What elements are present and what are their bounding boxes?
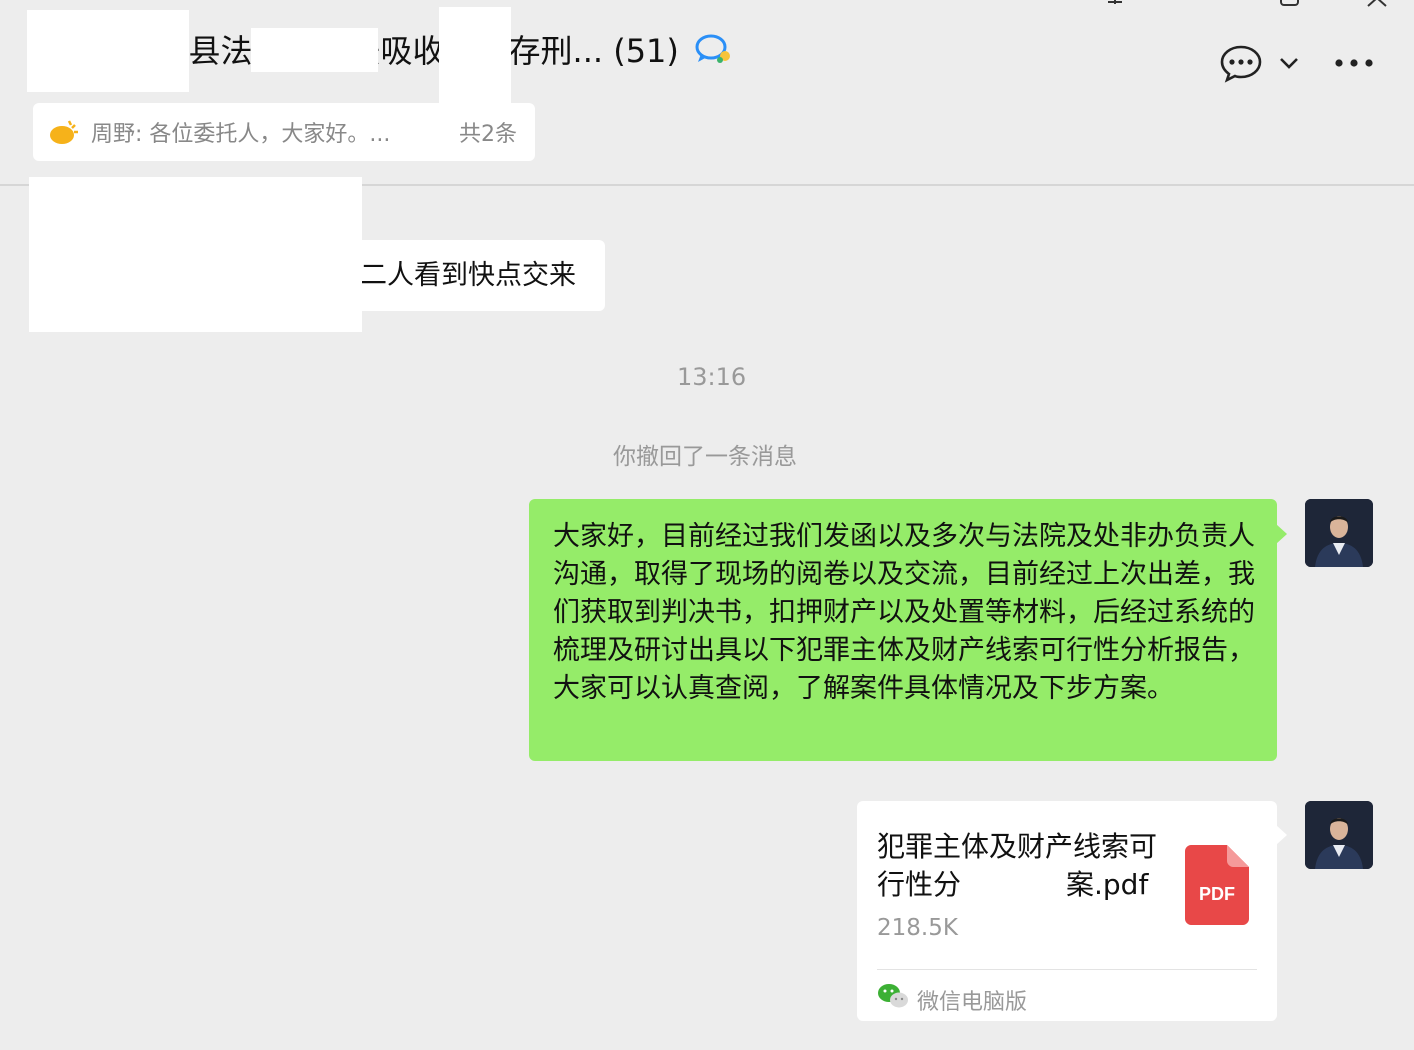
outgoing-message-bubble[interactable]: 大家好，目前经过我们发函以及多次与法院及处非办负责人沟通，取得了现场的阅卷以及交… [529, 499, 1277, 761]
chevron-down-icon[interactable] [1276, 52, 1302, 74]
group-chat-icon [695, 34, 730, 63]
pin-sun-icon [50, 120, 78, 144]
maximize-icon[interactable] [1280, 0, 1300, 15]
bubble-tail [1276, 825, 1287, 845]
minimize-icon[interactable] [1106, 0, 1124, 15]
pinned-message-bar[interactable]: 周野: 各位委托人，大家好。... 共2条 [33, 103, 535, 161]
avatar[interactable] [1305, 499, 1373, 567]
pinned-count: 共2条 [459, 122, 517, 147]
more-icon[interactable] [1330, 50, 1378, 76]
outgoing-message-text: 大家好，目前经过我们发函以及多次与法院及处非办负责人沟通，取得了现场的阅卷以及交… [553, 521, 1255, 704]
file-name-line2: 行性分 [877, 868, 962, 901]
redaction-block [439, 7, 511, 103]
wechat-icon [878, 984, 908, 1008]
redaction-block [29, 177, 362, 332]
avatar[interactable] [1305, 801, 1373, 869]
pdf-file-icon: PDF [1185, 845, 1249, 925]
file-size: 218.5K [877, 915, 958, 941]
divider [877, 969, 1257, 970]
chat-bubble-icon[interactable] [1218, 42, 1264, 84]
redaction-block [27, 10, 189, 92]
timestamp: 13:16 [677, 363, 747, 391]
bubble-tail [1276, 524, 1287, 544]
incoming-message-text: 二人看到快点交来 [360, 260, 576, 291]
recall-notice: 你撤回了一条消息 [613, 444, 797, 470]
file-name-line2-end: 案.pdf [1066, 868, 1149, 901]
file-source-label: 微信电脑版 [917, 990, 1028, 1015]
redaction-block [251, 28, 378, 72]
pdf-type-label: PDF [1199, 884, 1235, 904]
pinned-message-text: 周野: 各位委托人，大家好。... [91, 122, 391, 147]
file-name-line1: 犯罪主体及财产线索可 [877, 830, 1158, 863]
close-icon[interactable] [1366, 0, 1388, 15]
